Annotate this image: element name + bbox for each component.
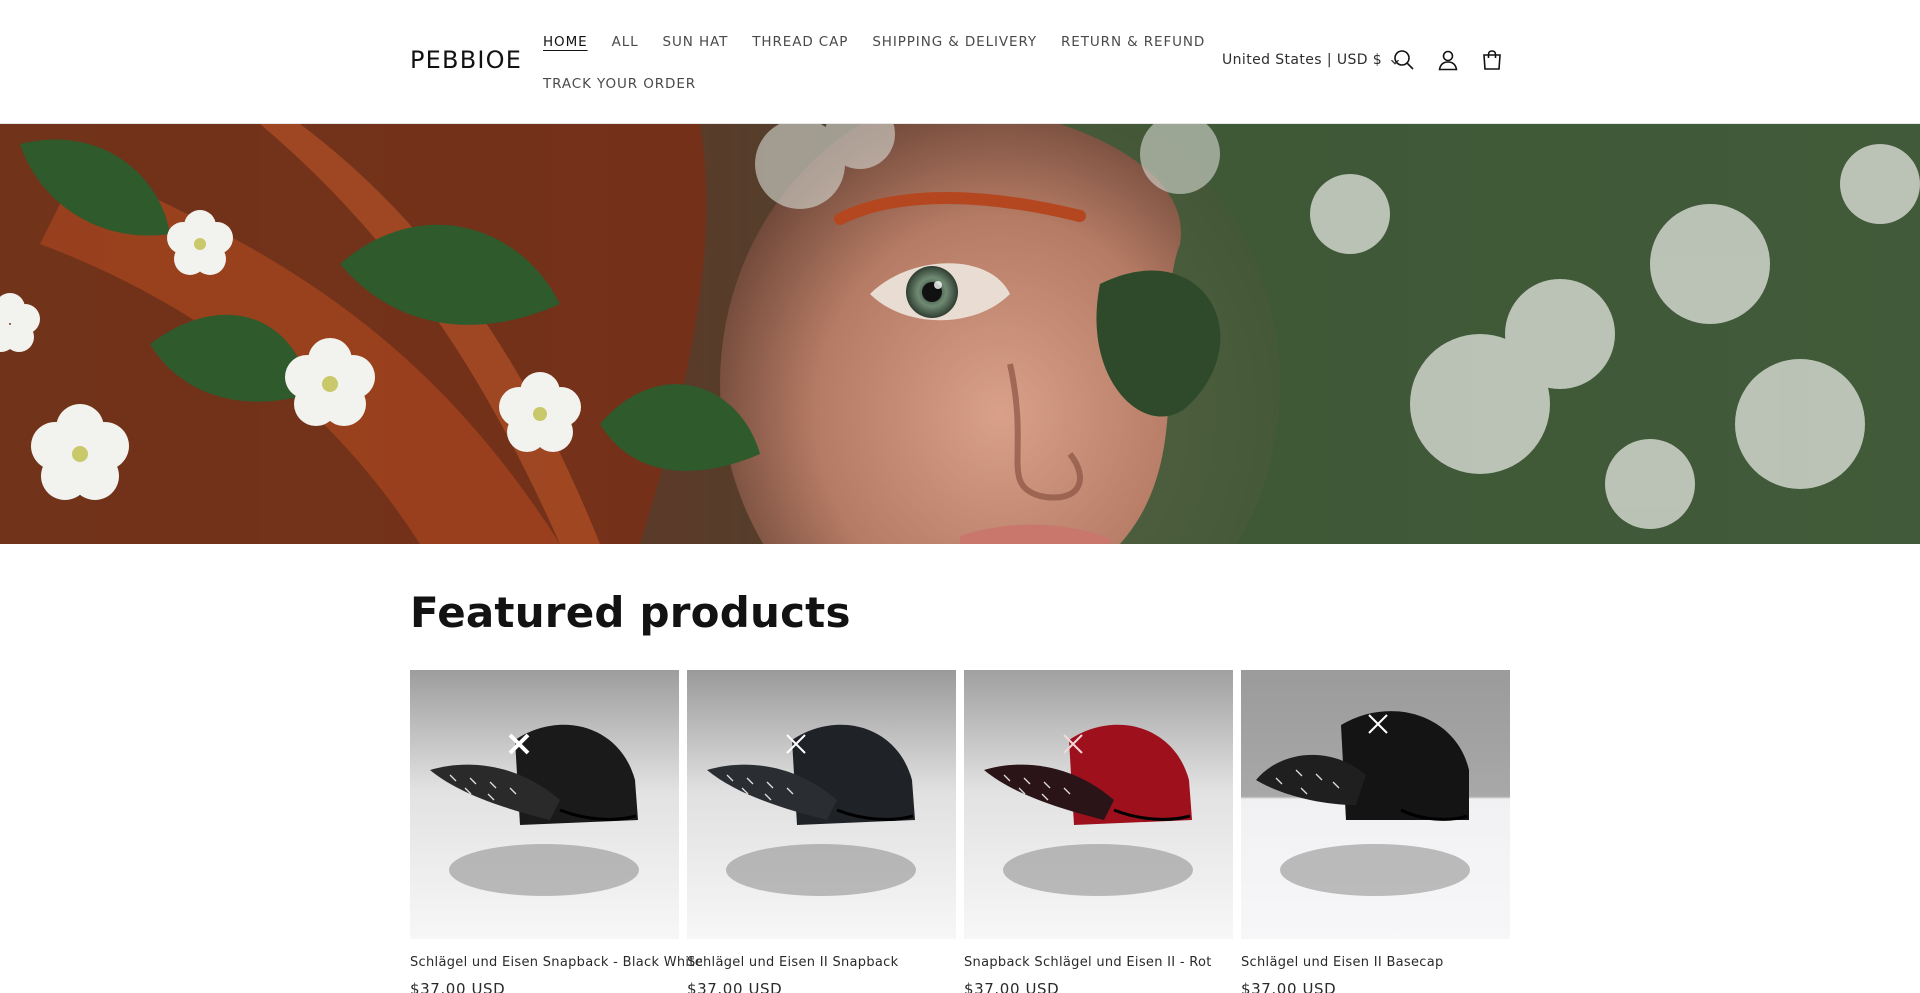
cart-icon[interactable]	[1478, 46, 1506, 74]
product-grid: Schlägel und Eisen Snapback - Black Whit…	[410, 670, 1511, 993]
nav-sun-hat[interactable]: SUN HAT	[663, 34, 729, 50]
product-card[interactable]: Snapback Schlägel und Eisen II - Rot $37…	[964, 670, 1233, 993]
store-logo[interactable]: PEBBIOE	[410, 46, 522, 74]
product-title[interactable]: Schlägel und Eisen II Snapback	[687, 955, 956, 970]
nav-track-order[interactable]: TRACK YOUR ORDER	[543, 76, 696, 92]
product-title[interactable]: Schlägel und Eisen Snapback - Black Whit…	[410, 955, 703, 970]
product-price: $37.00 USD	[964, 980, 1060, 993]
country-currency-selector[interactable]: United States | USD $	[1222, 52, 1400, 68]
product-image[interactable]	[964, 670, 1233, 939]
product-image[interactable]	[1241, 670, 1510, 939]
product-image[interactable]	[687, 670, 956, 939]
country-currency-label: United States | USD $	[1222, 52, 1383, 68]
hero-banner-image	[0, 124, 1920, 544]
product-card[interactable]: Schlägel und Eisen Snapback - Black Whit…	[410, 670, 703, 993]
product-price: $37.00 USD	[687, 980, 783, 993]
account-icon[interactable]	[1434, 46, 1462, 74]
nav-home[interactable]: HOME	[543, 34, 588, 50]
nav-all[interactable]: ALL	[612, 34, 639, 50]
search-icon[interactable]	[1390, 46, 1418, 74]
site-header: PEBBIOE HOME ALL SUN HAT THREAD CAP SHIP…	[0, 0, 1920, 124]
product-card[interactable]: Schlägel und Eisen II Basecap $37.00 USD	[1241, 670, 1510, 993]
nav-thread-cap[interactable]: THREAD CAP	[752, 34, 848, 50]
featured-products-heading: Featured products	[410, 588, 851, 637]
nav-row-primary: HOME ALL SUN HAT THREAD CAP SHIPPING & D…	[543, 28, 1204, 56]
nav-return-refund[interactable]: RETURN & REFUND	[1061, 34, 1205, 50]
product-card[interactable]: Schlägel und Eisen II Snapback $37.00 US…	[687, 670, 956, 993]
hero-illustration	[0, 124, 1920, 544]
nav-row-secondary: TRACK YOUR ORDER	[543, 70, 1143, 98]
nav-shipping-delivery[interactable]: SHIPPING & DELIVERY	[872, 34, 1037, 50]
product-title[interactable]: Schlägel und Eisen II Basecap	[1241, 955, 1510, 970]
product-title[interactable]: Snapback Schlägel und Eisen II - Rot	[964, 955, 1233, 970]
product-image[interactable]	[410, 670, 679, 939]
product-price: $37.00 USD	[410, 980, 506, 993]
main-navigation: HOME ALL SUN HAT THREAD CAP SHIPPING & D…	[543, 28, 1204, 112]
product-price: $37.00 USD	[1241, 980, 1337, 993]
